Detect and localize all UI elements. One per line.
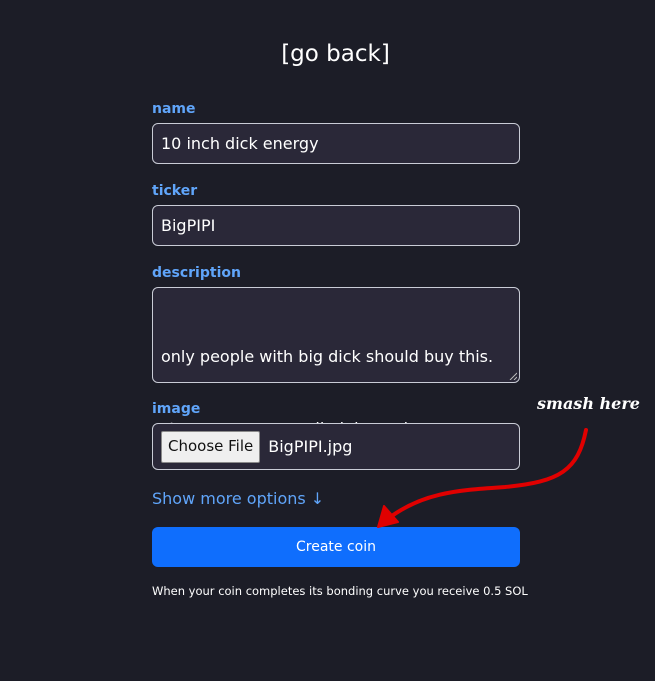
image-file-input[interactable]: Choose File BigPIPI.jpg (152, 423, 520, 470)
resize-grip-icon[interactable] (509, 372, 517, 380)
bonding-curve-note: When your coin completes its bonding cur… (152, 584, 528, 598)
description-line-1: only people with big dick should buy thi… (161, 347, 494, 366)
description-textarea[interactable]: only people with big dick should buy thi… (152, 287, 520, 438)
description-label: description (152, 265, 241, 281)
ticker-label: ticker (152, 183, 198, 199)
name-input[interactable]: 10 inch dick energy (152, 123, 520, 164)
ticker-input[interactable]: BigPIPI (152, 205, 520, 246)
go-back-link[interactable]: [go back] (0, 38, 655, 70)
smash-here-annotation: smash here (537, 394, 640, 413)
create-coin-button[interactable]: Create coin (152, 527, 520, 567)
show-more-options-link[interactable]: Show more options ↓ (152, 488, 324, 510)
image-label: image (152, 401, 201, 417)
choose-file-button[interactable]: Choose File (161, 430, 261, 463)
create-coin-page: [go back] name 10 inch dick energy ticke… (0, 0, 655, 681)
selected-file-name: BigPIPI.jpg (268, 437, 353, 456)
name-label: name (152, 101, 196, 117)
